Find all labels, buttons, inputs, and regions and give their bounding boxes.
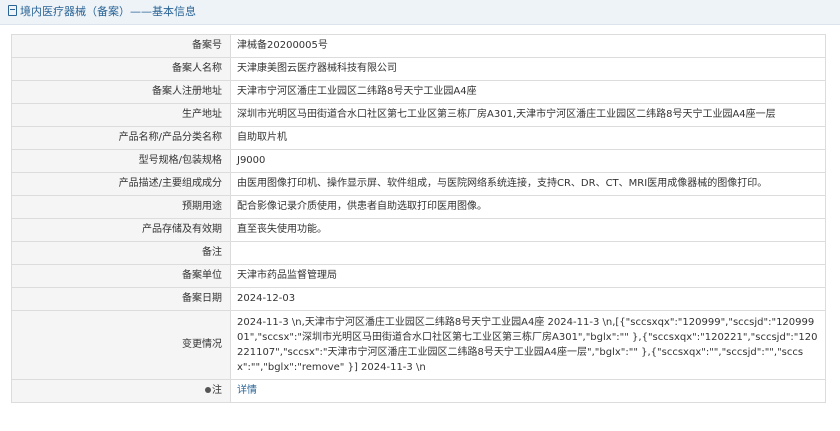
header-title: 境内医疗器械（备案） [20,5,130,18]
row-label: 型号规格/包装规格 [11,149,231,173]
table-row: 生产地址 深圳市光明区马田街道合水口社区第七工业区第三栋厂房A301,天津市宁河… [11,103,826,127]
table-row: 产品描述/主要组成成分 由医用图像打印机、操作显示屏、软件组成，与医院网络系统连… [11,172,826,196]
info-table: 备案号 津械备20200005号 备案人名称 天津康美图云医疗器械科技有限公司 … [11,34,826,403]
row-value: 2024-12-03 [230,287,826,311]
row-value: J9000 [230,149,826,173]
row-label: 备案人注册地址 [11,80,231,104]
header-subtitle: ——基本信息 [130,5,196,18]
row-value: 天津市宁河区潘庄工业园区二纬路8号天宁工业园A4座 [230,80,826,104]
table-row: 备案号 津械备20200005号 [11,34,826,58]
row-value: 天津市药品监督管理局 [230,264,826,288]
note-label: 注 [212,385,222,396]
table-row: 备注 [11,241,826,265]
table-row: 产品名称/产品分类名称 自助取片机 [11,126,826,150]
table-row: 预期用途 配合影像记录介质使用，供患者自助选取打印医用图像。 [11,195,826,219]
row-label: 备注 [11,241,231,265]
change-value: 2024-11-3 \n,天津市宁河区潘庄工业园区二纬路8号天宁工业园A4座 2… [230,310,826,380]
row-value: 直至丧失使用功能。 [230,218,826,242]
row-label: 备案人名称 [11,57,231,81]
row-label: 预期用途 [11,195,231,219]
change-row: 变更情况 2024-11-3 \n,天津市宁河区潘庄工业园区二纬路8号天宁工业园… [11,310,826,380]
row-value: 津械备20200005号 [230,34,826,58]
table-row: 型号规格/包装规格 J9000 [11,149,826,173]
note-row: 注 详情 [11,379,826,403]
note-value-cell: 详情 [230,379,826,403]
info-table-body: 备案号 津械备20200005号 备案人名称 天津康美图云医疗器械科技有限公司 … [11,34,826,403]
details-link[interactable]: 详情 [237,385,257,396]
row-label: 备案单位 [11,264,231,288]
row-label: 生产地址 [11,103,231,127]
row-value: 自助取片机 [230,126,826,150]
row-value: 由医用图像打印机、操作显示屏、软件组成，与医院网络系统连接，支持CR、DR、CT… [230,172,826,196]
row-label: 备案号 [11,34,231,58]
table-row: 备案人名称 天津康美图云医疗器械科技有限公司 [11,57,826,81]
document-icon [8,5,17,16]
row-value: 深圳市光明区马田街道合水口社区第七工业区第三栋厂房A301,天津市宁河区潘庄工业… [230,103,826,127]
table-row: 产品存储及有效期 直至丧失使用功能。 [11,218,826,242]
page-header: 境内医疗器械（备案）——基本信息 [0,0,840,25]
row-value: 天津康美图云医疗器械科技有限公司 [230,57,826,81]
pin-icon [205,387,211,393]
note-label-cell: 注 [11,379,231,403]
table-row: 备案人注册地址 天津市宁河区潘庄工业园区二纬路8号天宁工业园A4座 [11,80,826,104]
row-value [230,241,826,265]
row-label: 产品存储及有效期 [11,218,231,242]
row-label: 产品名称/产品分类名称 [11,126,231,150]
row-value: 配合影像记录介质使用，供患者自助选取打印医用图像。 [230,195,826,219]
table-row: 备案单位 天津市药品监督管理局 [11,264,826,288]
row-label: 备案日期 [11,287,231,311]
row-label: 产品描述/主要组成成分 [11,172,231,196]
table-row: 备案日期 2024-12-03 [11,287,826,311]
change-label: 变更情况 [11,310,231,380]
